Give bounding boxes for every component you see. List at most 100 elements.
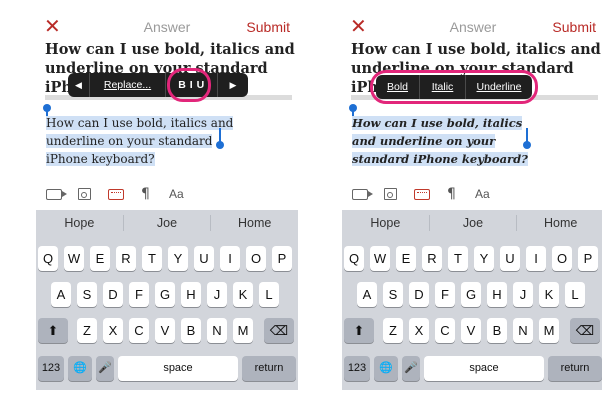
suggestion[interactable]: Joe — [124, 215, 212, 231]
photo-icon[interactable] — [78, 188, 91, 200]
key-y[interactable]: Y — [474, 246, 494, 271]
globe-icon[interactable]: 🌐 — [374, 356, 398, 381]
key-z[interactable]: Z — [77, 318, 97, 343]
space-key[interactable]: space — [118, 356, 238, 381]
delete-key[interactable]: ⌫ — [570, 318, 600, 343]
key-m[interactable]: M — [539, 318, 559, 343]
mic-icon[interactable]: 🎤 — [96, 356, 114, 381]
suggestion[interactable]: Hope — [36, 215, 124, 231]
key-m[interactable]: M — [233, 318, 253, 343]
nav-bar: ✕ Answer Submit — [342, 10, 602, 44]
key-e[interactable]: E — [396, 246, 416, 271]
key-g[interactable]: G — [461, 282, 481, 307]
key-w[interactable]: W — [64, 246, 84, 271]
key-j[interactable]: J — [513, 282, 533, 307]
selection-handle-end[interactable] — [216, 141, 224, 149]
answer-editor[interactable]: How can I use bold, italics and underlin… — [352, 114, 542, 168]
space-key[interactable]: space — [424, 356, 544, 381]
key-v[interactable]: V — [461, 318, 481, 343]
suggestion[interactable]: Joe — [430, 215, 518, 231]
key-c[interactable]: C — [435, 318, 455, 343]
key-c[interactable]: C — [129, 318, 149, 343]
key-i[interactable]: I — [220, 246, 240, 271]
key-t[interactable]: T — [142, 246, 162, 271]
key-d[interactable]: D — [409, 282, 429, 307]
key-q[interactable]: Q — [344, 246, 364, 271]
key-l[interactable]: L — [259, 282, 279, 307]
selection-handle-end[interactable] — [523, 141, 531, 149]
submit-button[interactable]: Submit — [246, 19, 290, 35]
nav-bar: ✕ Answer Submit — [36, 10, 298, 44]
key-n[interactable]: N — [513, 318, 533, 343]
key-s[interactable]: S — [77, 282, 97, 307]
suggestion[interactable]: Home — [517, 215, 602, 231]
numbers-key[interactable]: 123 — [344, 356, 370, 381]
key-d[interactable]: D — [103, 282, 123, 307]
key-v[interactable]: V — [155, 318, 175, 343]
key-p[interactable]: P — [578, 246, 598, 271]
key-u[interactable]: U — [500, 246, 520, 271]
key-r[interactable]: R — [422, 246, 442, 271]
key-a[interactable]: A — [51, 282, 71, 307]
key-n[interactable]: N — [207, 318, 227, 343]
mic-icon[interactable]: 🎤 — [402, 356, 420, 381]
replace-menu-item[interactable]: Replace... — [90, 73, 166, 97]
delete-key[interactable]: ⌫ — [264, 318, 294, 343]
text-format-icon[interactable]: Aa — [475, 187, 490, 205]
key-l[interactable]: L — [565, 282, 585, 307]
key-b[interactable]: B — [487, 318, 507, 343]
text-format-icon[interactable]: Aa — [169, 187, 184, 205]
photo-icon[interactable] — [384, 188, 397, 200]
key-k[interactable]: K — [539, 282, 559, 307]
key-t[interactable]: T — [448, 246, 468, 271]
key-o[interactable]: O — [246, 246, 266, 271]
keyboard-icon[interactable] — [108, 189, 124, 200]
video-icon[interactable] — [352, 189, 373, 200]
key-o[interactable]: O — [552, 246, 572, 271]
shift-key[interactable]: ⬆ — [38, 318, 68, 343]
key-h[interactable]: H — [487, 282, 507, 307]
key-x[interactable]: X — [103, 318, 123, 343]
key-row-2: A S D F G H J K L — [36, 282, 298, 307]
selected-text: How can I use bold, italics and underlin… — [352, 116, 528, 166]
return-key[interactable]: return — [548, 356, 602, 381]
phone-screen-left: ✕ Answer Submit How can I use bold, ital… — [36, 10, 298, 390]
return-key[interactable]: return — [242, 356, 296, 381]
paragraph-icon[interactable]: ¶ — [141, 186, 150, 204]
globe-icon[interactable]: 🌐 — [68, 356, 92, 381]
menu-next-arrow[interactable]: ▶ — [218, 73, 248, 97]
key-r[interactable]: R — [116, 246, 136, 271]
key-q[interactable]: Q — [38, 246, 58, 271]
key-f[interactable]: F — [129, 282, 149, 307]
key-p[interactable]: P — [272, 246, 292, 271]
keyboard-icon[interactable] — [414, 189, 430, 200]
paragraph-icon[interactable]: ¶ — [447, 186, 456, 204]
key-f[interactable]: F — [435, 282, 455, 307]
key-a[interactable]: A — [357, 282, 377, 307]
key-b[interactable]: B — [181, 318, 201, 343]
keyboard: Hope Joe Home Q W E R T Y U I O P A S D … — [342, 210, 602, 390]
video-icon[interactable] — [46, 189, 67, 200]
key-row-4: 123 🌐 🎤 space return — [36, 356, 298, 381]
key-z[interactable]: Z — [383, 318, 403, 343]
key-i[interactable]: I — [526, 246, 546, 271]
key-w[interactable]: W — [370, 246, 390, 271]
key-x[interactable]: X — [409, 318, 429, 343]
suggestion[interactable]: Home — [211, 215, 298, 231]
key-h[interactable]: H — [181, 282, 201, 307]
key-y[interactable]: Y — [168, 246, 188, 271]
key-k[interactable]: K — [233, 282, 253, 307]
answer-editor[interactable]: How can I use bold, italics and underlin… — [46, 114, 246, 168]
key-j[interactable]: J — [207, 282, 227, 307]
key-s[interactable]: S — [383, 282, 403, 307]
shift-key[interactable]: ⬆ — [344, 318, 374, 343]
key-e[interactable]: E — [90, 246, 110, 271]
key-g[interactable]: G — [155, 282, 175, 307]
numbers-key[interactable]: 123 — [38, 356, 64, 381]
submit-button[interactable]: Submit — [552, 19, 596, 35]
predictive-bar: Hope Joe Home — [36, 210, 298, 236]
suggestion[interactable]: Hope — [342, 215, 430, 231]
key-u[interactable]: U — [194, 246, 214, 271]
menu-prev-arrow[interactable]: ◀ — [68, 73, 90, 97]
key-row-3: ⬆ Z X C V B N M ⌫ — [36, 318, 298, 343]
